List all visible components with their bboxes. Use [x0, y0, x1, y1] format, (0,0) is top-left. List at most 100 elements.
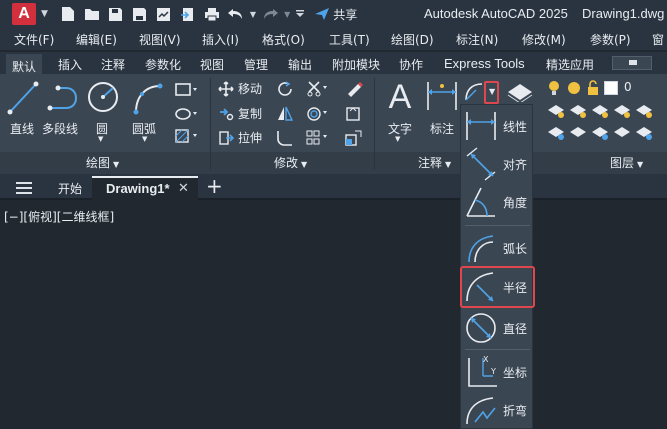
undo-dropdown-icon[interactable]: ▼ — [250, 10, 256, 19]
app-menu-chevron-icon[interactable]: ▼ — [41, 9, 48, 19]
new-tab-plus-icon[interactable]: + — [206, 174, 223, 198]
customize-qat-icon[interactable] — [294, 4, 306, 24]
layer-lock-icon[interactable] — [585, 80, 601, 99]
table-icon[interactable] — [506, 80, 534, 105]
menu-dimension[interactable]: 标注(N) — [456, 31, 498, 48]
offset-icon[interactable] — [306, 105, 328, 126]
dim-item-ordinate[interactable]: XY 坐标 — [461, 353, 534, 391]
arc-dropdown-icon[interactable]: ▼ — [142, 135, 147, 143]
dim-item-arc-length[interactable]: 弧长 — [461, 229, 534, 267]
layer-tool-icons[interactable] — [546, 102, 667, 146]
text-a-icon: A — [389, 78, 412, 116]
dim-item-angular[interactable]: 角度 — [461, 183, 534, 221]
dim-item-jogged[interactable]: 折弯 — [461, 391, 534, 429]
tab-express-tools[interactable]: Express Tools — [438, 54, 531, 74]
ribbon-display-toggle[interactable] — [612, 56, 652, 70]
trim-icon[interactable] — [306, 80, 328, 101]
menu-view[interactable]: 视图(V) — [139, 31, 181, 48]
copy-button[interactable]: 复制 — [218, 105, 262, 122]
save-icon[interactable] — [106, 4, 126, 24]
ribbon-tab-bar: 默认 插入 注释 参数化 视图 管理 输出 附加模块 协作 Express To… — [0, 52, 667, 74]
undo-icon[interactable] — [226, 4, 246, 24]
rotate-icon[interactable] — [276, 80, 294, 101]
dim-item-linear[interactable]: 线性 — [461, 107, 534, 145]
mirror-icon[interactable] — [276, 105, 294, 126]
viewport-controls-label[interactable]: [−][俯视][二维线框] — [4, 208, 114, 225]
save-to-web-icon[interactable] — [178, 4, 198, 24]
text-tool-button[interactable]: A 文字 ▼ — [382, 78, 418, 143]
file-tab-start[interactable]: 开始 — [58, 180, 82, 197]
drawing-canvas[interactable] — [0, 200, 667, 429]
menu-modify[interactable]: 修改(M) — [522, 31, 566, 48]
open-from-web-icon[interactable] — [154, 4, 174, 24]
plot-icon[interactable] — [202, 4, 222, 24]
explode-icon[interactable] — [344, 105, 364, 126]
file-tab-menu-icon[interactable] — [16, 182, 32, 194]
fillet-icon[interactable] — [276, 129, 294, 150]
close-icon[interactable]: ✕ — [178, 181, 189, 196]
file-tab-drawing1[interactable]: Drawing1* ✕ — [92, 176, 198, 200]
share-button[interactable]: 共享 — [314, 6, 357, 23]
menu-edit[interactable]: 编辑(E) — [76, 31, 117, 48]
share-icon — [315, 8, 330, 20]
draw-panel-separator — [210, 78, 211, 170]
circle-tool-button[interactable]: 圆 ▼ — [86, 78, 120, 143]
diameter-dim-icon — [466, 313, 496, 343]
erase-icon[interactable] — [344, 80, 364, 101]
dim-item-jogged-label: 折弯 — [503, 403, 528, 418]
menu-format[interactable]: 格式(O) — [262, 31, 305, 48]
open-folder-icon[interactable] — [82, 4, 102, 24]
move-button[interactable]: 移动 — [218, 80, 262, 97]
line-tool-button[interactable]: 直线 — [6, 80, 40, 140]
menu-insert[interactable]: 插入(I) — [202, 31, 239, 48]
redo-icon[interactable] — [260, 4, 280, 24]
layer-on-icon[interactable] — [546, 80, 562, 99]
array-icon[interactable] — [306, 129, 328, 150]
tab-default[interactable]: 默认 — [6, 54, 43, 74]
layer-color-swatch[interactable] — [604, 81, 618, 95]
menu-draw[interactable]: 绘图(D) — [391, 31, 434, 48]
menu-file[interactable]: 文件(F) — [14, 31, 54, 48]
layer-thaw-icon[interactable] — [566, 80, 582, 99]
dim-item-aligned[interactable]: 对齐 — [461, 145, 534, 183]
tab-insert[interactable]: 插入 — [52, 54, 88, 74]
tab-parametric[interactable]: 参数化 — [139, 54, 187, 74]
tab-addins[interactable]: 附加模块 — [326, 54, 386, 74]
menu-parametric[interactable]: 参数(P) — [590, 31, 631, 48]
app-logo[interactable]: A — [12, 3, 36, 25]
draw-panel-title[interactable]: 绘图 ▼ — [86, 154, 119, 171]
circle-dropdown-icon[interactable]: ▼ — [98, 135, 103, 143]
move-label: 移动 — [238, 82, 263, 96]
boundary-icon[interactable] — [174, 128, 198, 147]
polyline-tool-button[interactable]: 多段线 — [42, 80, 84, 140]
menu-window[interactable]: 窗 — [652, 31, 664, 48]
dimension-label: 标注 — [430, 122, 455, 136]
tab-output[interactable]: 输出 — [282, 54, 318, 74]
dim-item-radius[interactable]: 半径 — [460, 266, 535, 308]
text-dropdown-icon[interactable]: ▼ — [395, 135, 400, 143]
dim-item-angular-label: 角度 — [503, 195, 528, 210]
dimension-tool-button[interactable]: 标注 — [424, 78, 460, 140]
new-file-icon[interactable] — [58, 4, 78, 24]
dim-item-diameter[interactable]: 直径 — [461, 309, 534, 347]
annotation-panel-title[interactable]: 注释 ▼ — [418, 154, 451, 171]
current-layer-name[interactable]: 0 — [624, 80, 632, 94]
ordinate-dim-icon: XY — [468, 355, 497, 387]
tab-view[interactable]: 视图 — [194, 54, 230, 74]
modify-panel-title[interactable]: 修改 ▼ — [274, 154, 307, 171]
layers-panel-title[interactable]: 图层 ▼ — [610, 154, 643, 171]
scale-icon[interactable] — [344, 129, 364, 150]
rectangle-icon[interactable] — [174, 82, 198, 101]
save-as-icon[interactable] — [130, 4, 150, 24]
tab-featured-apps[interactable]: 精选应用 — [540, 54, 600, 74]
hatch-icon[interactable] — [174, 106, 198, 125]
jogged-dim-icon — [466, 397, 496, 425]
stretch-button[interactable]: 拉伸 — [218, 129, 262, 146]
tab-manage[interactable]: 管理 — [238, 54, 274, 74]
tab-collaborate[interactable]: 协作 — [393, 54, 429, 74]
redo-dropdown-icon[interactable]: ▼ — [284, 10, 290, 19]
arc-tool-button[interactable]: 圆弧 ▼ — [130, 80, 166, 143]
stretch-icon — [219, 130, 234, 145]
menu-tools[interactable]: 工具(T) — [329, 31, 370, 48]
tab-annotate[interactable]: 注释 — [95, 54, 131, 74]
